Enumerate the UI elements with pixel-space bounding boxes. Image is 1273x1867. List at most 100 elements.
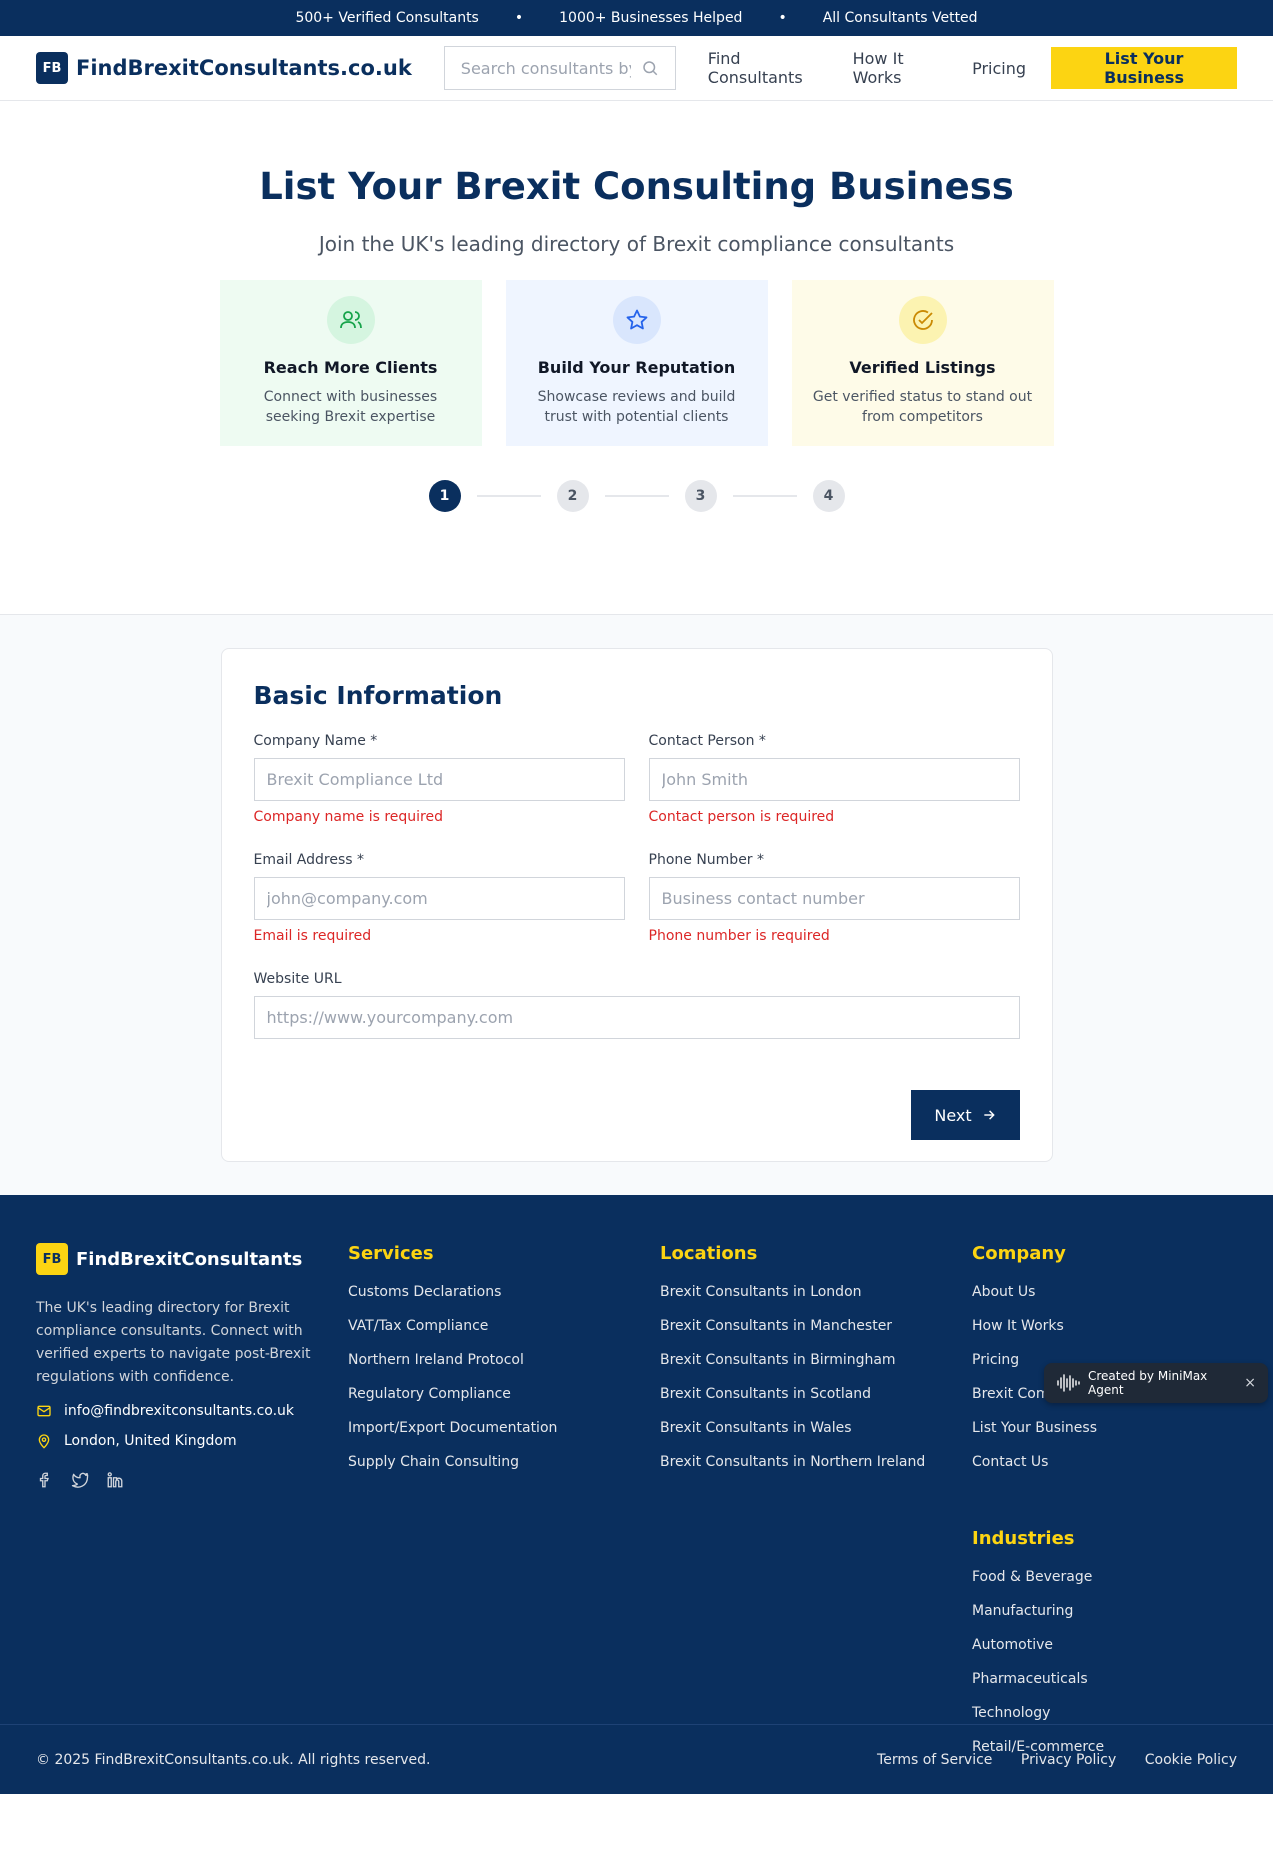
logo-text: FindBrexitConsultants.co.uk — [76, 56, 412, 80]
basic-info-form: Basic Information Company Name * Company… — [220, 648, 1053, 1162]
footer-link[interactable]: Brexit Consultants in Scotland — [660, 1386, 972, 1420]
nav-how-it-works[interactable]: How It Works — [853, 49, 949, 87]
footer-link[interactable]: About Us — [972, 1284, 1232, 1318]
contact-person-label: Contact Person * — [648, 733, 766, 749]
website-group: Website URL — [253, 971, 1020, 1057]
footer-location: London, United Kingdom — [36, 1433, 314, 1449]
footer-link[interactable]: Customs Declarations — [348, 1284, 660, 1318]
next-button[interactable]: Next — [910, 1090, 1020, 1140]
search-input[interactable] — [460, 58, 631, 78]
footer-locations: Locations Brexit Consultants in London B… — [660, 1243, 972, 1773]
page-subtitle: Join the UK's leading directory of Brexi… — [318, 232, 955, 256]
facebook-icon[interactable] — [36, 1471, 54, 1489]
footer-logo[interactable]: FB FindBrexitConsultants — [36, 1243, 314, 1275]
top-announcement-bar: 500+ Verified Consultants • 1000+ Busine… — [0, 0, 1273, 36]
email-field[interactable] — [253, 877, 625, 920]
mail-icon — [37, 1405, 51, 1417]
nav-pricing[interactable]: Pricing — [972, 59, 1026, 78]
contact-person-group: Contact Person * Contact person is requi… — [648, 733, 1020, 852]
site-logo[interactable]: FB FindBrexitConsultants.co.uk — [36, 52, 412, 84]
footer-link[interactable]: Regulatory Compliance — [348, 1386, 660, 1420]
arrow-right-icon — [983, 1110, 995, 1120]
email-error: Email is required — [253, 928, 372, 944]
footer-link[interactable]: Food & Beverage — [972, 1569, 1232, 1603]
feature-title: Reach More Clients — [263, 358, 438, 377]
footer-description: The UK's leading directory for Brexit co… — [36, 1300, 311, 1385]
feature-text: Get verified status to stand out from co… — [812, 389, 1033, 425]
step-connector — [604, 495, 669, 497]
nav-find-consultants[interactable]: Find Consultants — [708, 49, 829, 87]
linkedin-icon[interactable] — [106, 1471, 124, 1489]
website-field[interactable] — [253, 996, 1020, 1039]
phone-group: Phone Number * Phone number is required — [648, 852, 1020, 971]
map-pin-icon — [38, 1434, 50, 1449]
company-name-error: Company name is required — [253, 809, 444, 825]
website-label: Website URL — [253, 971, 342, 987]
step-4: 4 — [812, 480, 845, 512]
feature-title: Build Your Reputation — [537, 358, 736, 377]
footer-link[interactable]: VAT/Tax Compliance — [348, 1318, 660, 1352]
stat-verified-consultants: 500+ Verified Consultants — [295, 10, 479, 26]
feature-card-reputation: Build Your Reputation Showcase reviews a… — [505, 280, 768, 446]
close-icon[interactable]: × — [1244, 1375, 1256, 1391]
footer-link[interactable]: Contact Us — [972, 1454, 1232, 1488]
step-1: 1 — [428, 480, 461, 512]
search-icon[interactable] — [641, 58, 659, 78]
form-section: Basic Information Company Name * Company… — [0, 615, 1273, 1195]
site-header: FB FindBrexitConsultants.co.uk Find Cons… — [0, 36, 1273, 101]
separator-dot: • — [514, 10, 524, 26]
legal-links: Terms of Service Privacy Policy Cookie P… — [853, 1752, 1237, 1768]
phone-field[interactable] — [648, 877, 1020, 920]
company-name-group: Company Name * Company name is required — [253, 733, 625, 852]
separator-dot: • — [778, 10, 787, 26]
step-2: 2 — [556, 480, 589, 512]
footer-brand: FB FindBrexitConsultants The UK's leadin… — [36, 1243, 314, 1773]
footer-email-text: info@findbrexitconsultants.co.uk — [64, 1403, 295, 1419]
footer-company: Company About Us How It Works Pricing Br… — [972, 1243, 1232, 1773]
step-3: 3 — [684, 480, 717, 512]
terms-link[interactable]: Terms of Service — [877, 1752, 992, 1768]
footer-link[interactable]: Supply Chain Consulting — [348, 1454, 660, 1488]
stat-consultants-vetted: All Consultants Vetted — [822, 10, 978, 26]
footer-link[interactable]: Brexit Consultants in Wales — [660, 1420, 972, 1454]
email-label: Email Address * — [253, 852, 365, 868]
privacy-link[interactable]: Privacy Policy — [1021, 1752, 1116, 1768]
locations-heading: Locations — [660, 1243, 758, 1264]
footer-link[interactable]: Brexit Consultants in Manchester — [660, 1318, 972, 1352]
check-circle-icon — [898, 296, 947, 344]
footer-link[interactable]: Brexit Consultants in Northern Ireland — [660, 1454, 972, 1488]
footer-link[interactable]: Import/Export Documentation — [348, 1420, 660, 1454]
company-heading: Company — [972, 1243, 1066, 1264]
users-icon — [326, 296, 375, 344]
footer-link[interactable]: How It Works — [972, 1318, 1232, 1352]
footer-link[interactable]: List Your Business — [972, 1420, 1232, 1454]
footer-link[interactable]: Manufacturing — [972, 1603, 1232, 1637]
footer-link[interactable]: Brexit Consultants in London — [660, 1284, 972, 1318]
step-connector — [476, 495, 541, 497]
agent-badge[interactable]: Created by MiniMax Agent × — [1044, 1363, 1268, 1403]
footer-services: Services Customs Declarations VAT/Tax Co… — [348, 1243, 660, 1773]
twitter-icon[interactable] — [70, 1471, 90, 1489]
company-name-label: Company Name * — [253, 733, 378, 749]
footer-link[interactable]: Brexit Consultants in Birmingham — [660, 1352, 972, 1386]
feature-cards: Reach More Clients Connect with business… — [0, 280, 1273, 446]
step-connector — [732, 495, 797, 497]
cookie-link[interactable]: Cookie Policy — [1145, 1752, 1237, 1768]
main-nav: Find Consultants How It Works Pricing — [708, 49, 1026, 87]
footer-link[interactable]: Northern Ireland Protocol — [348, 1352, 660, 1386]
social-links — [36, 1471, 314, 1489]
hero-section: List Your Brexit Consulting Business Joi… — [0, 101, 1273, 615]
footer-brand-name: FindBrexitConsultants — [76, 1248, 303, 1270]
feature-title: Verified Listings — [849, 358, 996, 377]
copyright: © 2025 FindBrexitConsultants.co.uk. All … — [36, 1751, 431, 1768]
footer-bottom-bar: © 2025 FindBrexitConsultants.co.uk. All … — [0, 1724, 1273, 1794]
phone-error: Phone number is required — [648, 928, 830, 944]
footer-logo-badge: FB — [36, 1243, 68, 1275]
form-title: Basic Information — [253, 681, 503, 710]
footer-link[interactable]: Automotive — [972, 1637, 1232, 1671]
company-name-input[interactable] — [253, 758, 625, 801]
footer-link[interactable]: Pharmaceuticals — [972, 1671, 1232, 1705]
footer-email[interactable]: info@findbrexitconsultants.co.uk — [36, 1403, 314, 1419]
list-your-business-button[interactable]: List Your Business — [1051, 47, 1237, 89]
contact-person-input[interactable] — [648, 758, 1020, 801]
